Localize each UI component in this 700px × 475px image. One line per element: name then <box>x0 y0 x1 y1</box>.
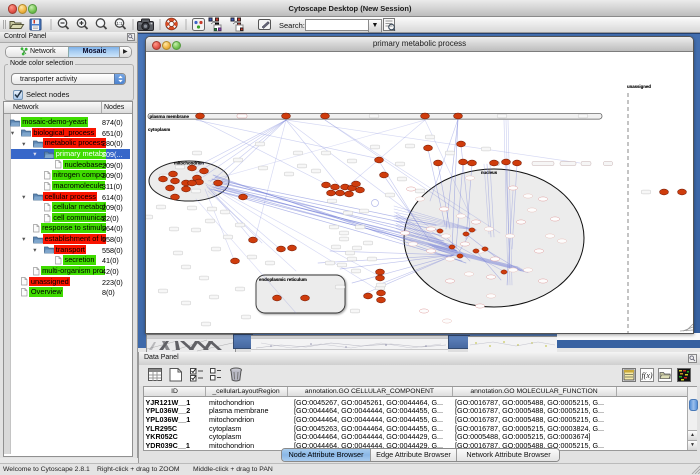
svg-text:unassigned: unassigned <box>627 84 651 89</box>
svg-text:1:1: 1:1 <box>116 21 123 26</box>
svg-text:plasma membrane: plasma membrane <box>150 114 190 119</box>
svg-text:cytoplasm: cytoplasm <box>148 127 170 132</box>
svg-text:f(x): f(x) <box>641 371 652 380</box>
svg-text:nucleus: nucleus <box>481 170 498 175</box>
